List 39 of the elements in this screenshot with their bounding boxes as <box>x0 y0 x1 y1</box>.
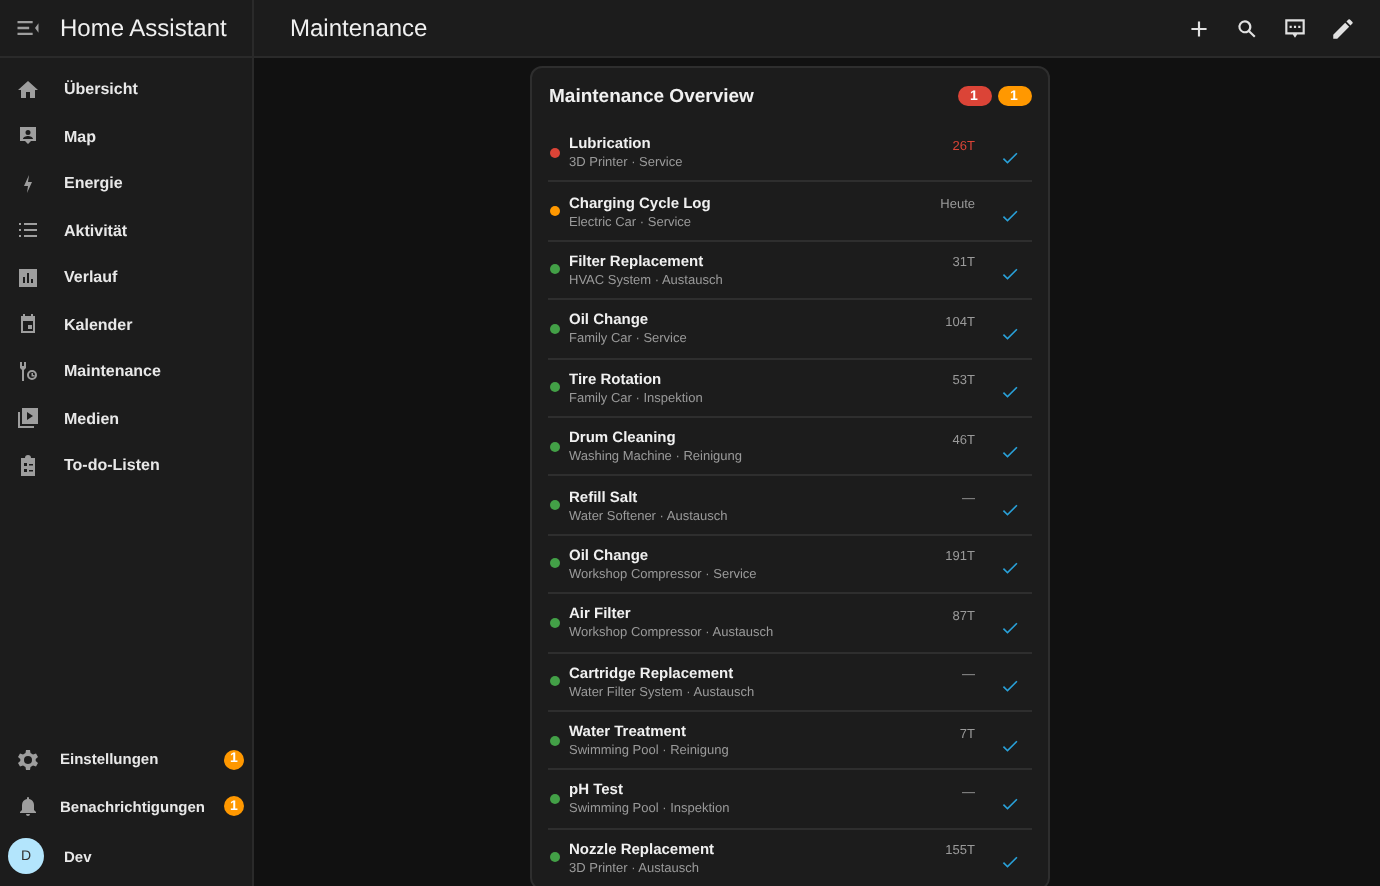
media-icon <box>16 406 40 431</box>
check-icon[interactable] <box>999 441 1019 462</box>
check-icon[interactable] <box>999 147 1019 168</box>
chart-icon <box>16 265 40 290</box>
check-icon[interactable] <box>999 617 1019 638</box>
sidebar-item[interactable]: Energie <box>0 160 252 207</box>
gear-icon <box>16 747 40 772</box>
calendar-icon <box>16 312 40 337</box>
add-icon[interactable] <box>1186 15 1212 41</box>
map-icon <box>16 124 40 149</box>
check-icon[interactable] <box>999 382 1019 403</box>
check-icon[interactable] <box>999 500 1019 521</box>
search-icon[interactable] <box>1234 15 1260 41</box>
sidebar-item[interactable]: Maintenance <box>0 348 252 395</box>
check-icon[interactable] <box>999 206 1019 227</box>
check-icon[interactable] <box>999 676 1019 697</box>
home-icon <box>16 77 40 102</box>
wrench-icon <box>16 359 40 384</box>
check-icon[interactable] <box>999 793 1019 814</box>
check-icon[interactable] <box>999 735 1019 756</box>
sidebar-item[interactable]: Aktivität <box>0 207 252 254</box>
app-title: Home Assistant <box>60 14 227 42</box>
check-icon[interactable] <box>999 323 1019 344</box>
sidebar-item[interactable]: Kalender <box>0 301 252 348</box>
chat-icon[interactable] <box>1282 15 1308 41</box>
sidebar-item[interactable]: Map <box>0 113 252 160</box>
sidebar-item[interactable]: Verlauf <box>0 254 252 301</box>
check-icon[interactable] <box>999 852 1019 873</box>
check-icon[interactable] <box>999 264 1019 285</box>
sidebar-item[interactable]: To-do-Listen <box>0 442 252 489</box>
page-title: Maintenance <box>290 14 428 42</box>
sidebar-item[interactable]: Übersicht <box>0 66 252 113</box>
card-title: Maintenance Overview <box>549 85 754 107</box>
sidebar-item[interactable]: Medien <box>0 395 252 442</box>
bell-icon <box>16 794 40 819</box>
clipboard-icon <box>16 453 40 478</box>
list-icon <box>16 218 40 243</box>
pencil-icon[interactable] <box>1330 15 1356 41</box>
check-icon[interactable] <box>999 558 1019 579</box>
